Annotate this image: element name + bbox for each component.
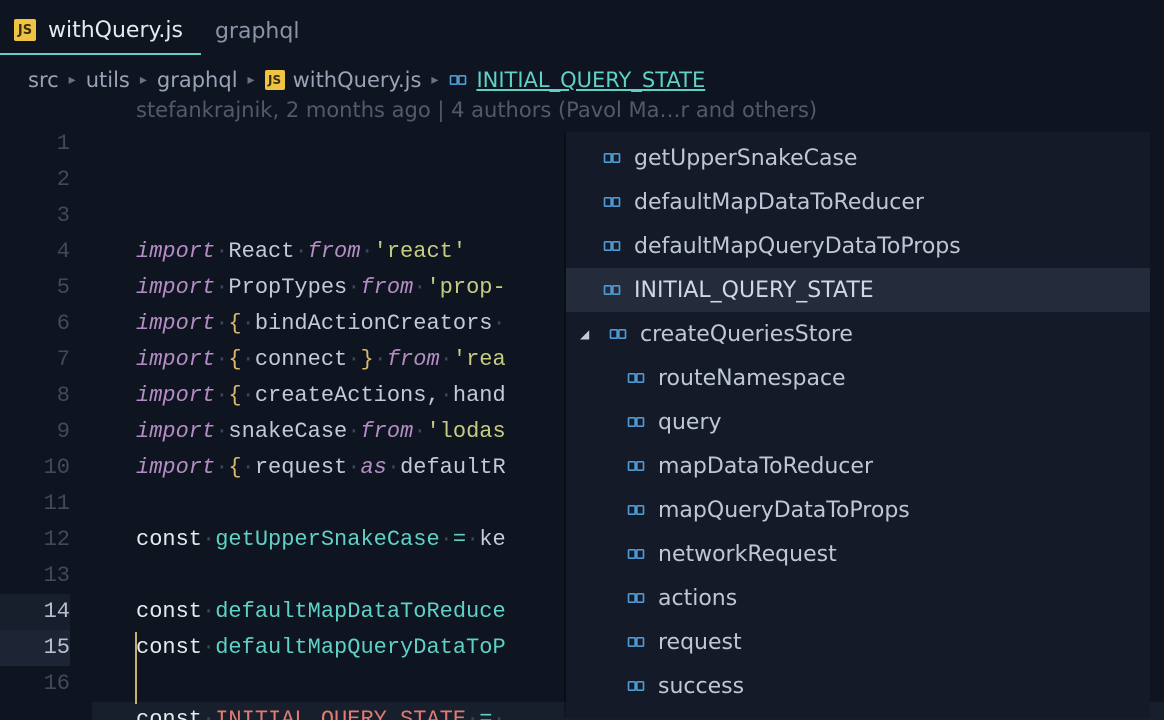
outline-item[interactable]: request (566, 620, 1150, 664)
outline-item[interactable]: mapQueryDataToProps (566, 488, 1150, 532)
outline-item-label: success (658, 674, 744, 699)
tab-label: withQuery.js (48, 18, 183, 43)
outline-item-label: defaultMapQueryDataToProps (634, 234, 961, 259)
git-blame-header: stefankrajnik, 2 months ago | 4 authors … (0, 94, 1164, 122)
outline-item[interactable]: success (566, 664, 1150, 708)
outline-item[interactable]: INITIAL_QUERY_STATE (566, 268, 1150, 312)
outline-item[interactable]: ◢ createQueriesStore (566, 312, 1150, 356)
chevron-right-icon: ▸ (431, 72, 438, 88)
chevron-right-icon: ▸ (69, 72, 76, 88)
symbol-variable-icon (626, 500, 646, 520)
line-number: 1 (0, 126, 70, 162)
outline-item-label: defaultMapDataToReducer (634, 190, 924, 215)
line-number: 4 (0, 234, 70, 270)
chevron-right-icon: ▸ (248, 72, 255, 88)
line-number: 9 (0, 414, 70, 450)
crumb-file[interactable]: withQuery.js (293, 68, 422, 92)
tabs-bar: JS withQuery.js graphql (0, 0, 1164, 56)
line-gutter: 12345678910111213141516 (0, 126, 92, 720)
line-number: 12 (0, 522, 70, 558)
js-file-icon: JS (265, 70, 285, 90)
outline-item[interactable]: getUpperSnakeCase (566, 136, 1150, 180)
crumb-src[interactable]: src (28, 68, 59, 92)
symbol-variable-icon (602, 280, 622, 300)
line-number: 8 (0, 378, 70, 414)
symbol-variable-icon (626, 544, 646, 564)
crumb-utils[interactable]: utils (86, 68, 130, 92)
line-number: 6 (0, 306, 70, 342)
outline-item-label: createQueriesStore (640, 322, 853, 347)
outline-item-label: networkRequest (658, 542, 837, 567)
outline-item[interactable]: defaultMapQueryDataToProps (566, 224, 1150, 268)
outline-item-label: mapDataToReducer (658, 454, 873, 479)
chevron-right-icon: ▸ (140, 72, 147, 88)
line-number: 3 (0, 198, 70, 234)
symbol-variable-icon (626, 676, 646, 696)
crumb-symbol[interactable]: INITIAL_QUERY_STATE (476, 68, 705, 92)
crumb-graphql[interactable]: graphql (157, 68, 238, 92)
symbol-variable-icon (626, 456, 646, 476)
outline-item-label: routeNamespace (658, 366, 846, 391)
line-number: 7 (0, 342, 70, 378)
outline-item[interactable]: routeNamespace (566, 356, 1150, 400)
symbol-variable-icon (448, 70, 468, 90)
symbol-variable-icon (626, 632, 646, 652)
outline-item[interactable]: actions (566, 576, 1150, 620)
symbol-outline-popup[interactable]: getUpperSnakeCase defaultMapDataToReducer… (566, 132, 1150, 718)
outline-item[interactable]: networkRequest (566, 532, 1150, 576)
symbol-variable-icon (626, 412, 646, 432)
outline-item[interactable]: defaultMapDataToReducer (566, 180, 1150, 224)
line-number: 14 (0, 594, 70, 630)
symbol-variable-icon (602, 148, 622, 168)
tab-graphql[interactable]: graphql (201, 7, 317, 55)
outline-item-label: getUpperSnakeCase (634, 146, 857, 171)
line-number: 16 (0, 666, 70, 702)
symbol-variable-icon (602, 236, 622, 256)
outline-item-label: actions (658, 586, 737, 611)
line-number: 2 (0, 162, 70, 198)
symbol-variable-icon (608, 324, 628, 344)
line-number: 5 (0, 270, 70, 306)
symbol-variable-icon (602, 192, 622, 212)
symbol-variable-icon (626, 588, 646, 608)
indent-guide (135, 632, 137, 704)
chevron-down-icon[interactable]: ◢ (580, 327, 596, 341)
tab-withquery[interactable]: JS withQuery.js (0, 7, 201, 55)
line-number: 15 (0, 630, 70, 666)
outline-item-label: request (658, 630, 742, 655)
symbol-variable-icon (626, 368, 646, 388)
js-file-icon: JS (14, 19, 36, 41)
line-number: 11 (0, 486, 70, 522)
outline-item[interactable]: query (566, 400, 1150, 444)
outline-item-label: query (658, 410, 722, 435)
line-number: 10 (0, 450, 70, 486)
tab-label: graphql (215, 19, 299, 44)
breadcrumb: src ▸ utils ▸ graphql ▸ JS withQuery.js … (0, 56, 1164, 94)
outline-item-label: INITIAL_QUERY_STATE (634, 278, 874, 303)
outline-item[interactable]: mapDataToReducer (566, 444, 1150, 488)
outline-item-label: mapQueryDataToProps (658, 498, 910, 523)
line-number: 13 (0, 558, 70, 594)
